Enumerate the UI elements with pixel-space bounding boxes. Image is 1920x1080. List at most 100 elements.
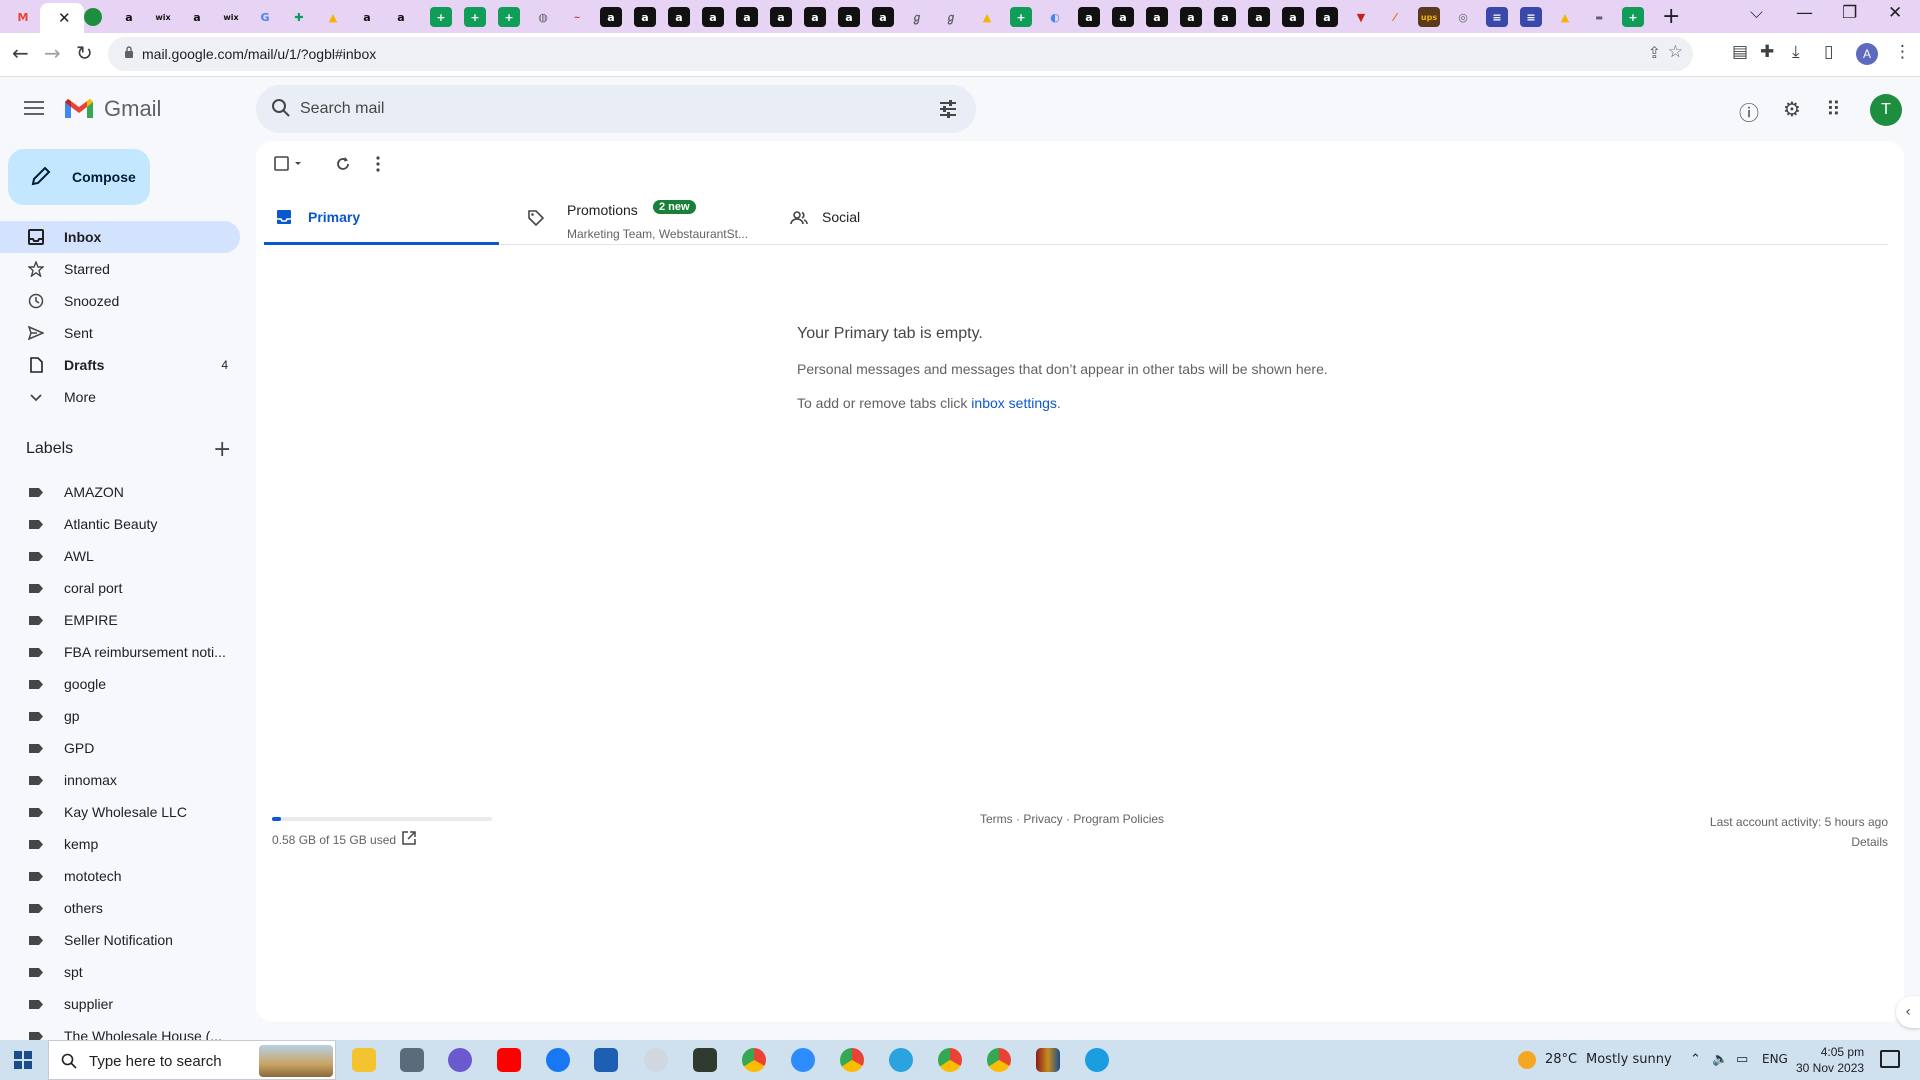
address-bar[interactable]: mail.google.com/mail/u/1/?ogbl#inbox ⇪ ☆ — [108, 37, 1693, 71]
label-item[interactable]: EMPIRE — [0, 604, 240, 636]
sidebar-item-inbox[interactable]: Inbox — [0, 221, 240, 253]
select-checkbox[interactable] — [274, 155, 304, 173]
amazon-tab-icon[interactable]: a — [668, 7, 690, 27]
sidebar-item-starred[interactable]: Starred — [0, 253, 240, 285]
tab-icon[interactable]: ℊ — [906, 7, 928, 27]
amazon-tab-icon[interactable]: a — [1180, 7, 1202, 27]
tab-icon[interactable]: ℊ — [940, 7, 962, 27]
amazon-tab-icon[interactable]: a — [600, 7, 622, 27]
system-clock[interactable]: 4:05 pm 30 Nov 2023 — [1796, 1044, 1864, 1076]
download-icon[interactable]: ⤓ — [1792, 42, 1800, 62]
sheets-tab-icon[interactable]: + — [1010, 7, 1032, 27]
label-item[interactable]: coral port — [0, 572, 240, 604]
tab-icon[interactable]: ~ — [566, 7, 588, 27]
label-item[interactable]: AWL — [0, 540, 240, 572]
browser-menu-icon[interactable]: ⋮ — [1894, 42, 1911, 62]
label-item[interactable]: GPD — [0, 732, 240, 764]
forms-tab-icon[interactable]: ≡ — [1520, 7, 1542, 27]
sidebar-item-more[interactable]: More — [0, 381, 240, 413]
sidebar-item-drafts[interactable]: Drafts 4 — [0, 349, 240, 381]
sidebar-item-sent[interactable]: Sent — [0, 317, 240, 349]
tab-icon[interactable]: ▼ — [1350, 7, 1372, 27]
sheets-tab-icon[interactable]: + — [498, 7, 520, 27]
bookmark-star-icon[interactable]: ☆ — [1668, 42, 1683, 62]
share-icon[interactable]: ⇪ — [1648, 43, 1661, 62]
amazon-tab-icon[interactable]: a — [736, 7, 758, 27]
gmail-tab-icon[interactable]: M — [12, 7, 34, 27]
amazon-tab-icon[interactable]: a — [634, 7, 656, 27]
chrome-icon[interactable] — [938, 1048, 962, 1072]
label-item[interactable]: mototech — [0, 860, 240, 892]
wix-tab-icon[interactable]: wix — [220, 7, 242, 27]
help-icon[interactable]: ⓘ — [1739, 97, 1759, 126]
tab-promotions[interactable]: Promotions 2 new Marketing Team, Webstau… — [515, 189, 760, 245]
tab-primary[interactable]: Primary — [264, 189, 499, 245]
new-tab-button[interactable]: + — [1662, 4, 1680, 29]
search-options-icon[interactable] — [938, 99, 958, 119]
file-explorer-icon[interactable] — [352, 1048, 376, 1072]
tab-icon[interactable]: ⁄ — [1384, 7, 1406, 27]
sheets-tab-icon[interactable]: + — [430, 7, 452, 27]
forms-tab-icon[interactable]: ≡ — [1486, 7, 1508, 27]
winrar-icon[interactable] — [1036, 1048, 1060, 1072]
windows-start-icon[interactable] — [14, 1051, 32, 1069]
label-item[interactable]: innomax — [0, 764, 240, 796]
show-hidden-icons-icon[interactable]: ⌃ — [1690, 1052, 1701, 1067]
drive-tab-icon[interactable]: ▲ — [322, 7, 344, 27]
amazon-tab-icon[interactable]: a — [702, 7, 724, 27]
tab-icon[interactable]: ◐ — [1044, 7, 1066, 27]
network-icon[interactable]: ▭ — [1736, 1052, 1748, 1067]
amazon-tab-icon[interactable]: a — [1078, 7, 1100, 27]
chrome-icon[interactable] — [840, 1048, 864, 1072]
google-tab-icon[interactable]: G — [254, 7, 276, 27]
label-item[interactable]: Kay Wholesale LLC — [0, 796, 240, 828]
tab-icon[interactable]: ▬ — [1588, 7, 1610, 27]
zoom-icon[interactable] — [791, 1048, 815, 1072]
label-item[interactable]: FBA reimbursement noti... — [0, 636, 240, 668]
calculator-icon[interactable] — [400, 1048, 424, 1072]
wix-tab-icon[interactable]: wix — [152, 7, 174, 27]
search-icon[interactable] — [270, 97, 292, 119]
amazon-tab-icon[interactable]: a — [390, 7, 412, 27]
app-icon[interactable] — [644, 1048, 668, 1072]
amazon-tab-icon[interactable]: a — [186, 7, 208, 27]
minimize-button[interactable]: — — [1796, 3, 1813, 23]
extension-icon[interactable]: ▤ — [1732, 42, 1748, 62]
taskbar-search[interactable]: Type here to search — [48, 1040, 336, 1080]
label-item[interactable]: Atlantic Beauty — [0, 508, 240, 540]
ups-tab-icon[interactable]: ups — [1418, 7, 1440, 27]
apps-grid-icon[interactable]: ⠿ — [1826, 97, 1841, 121]
create-label-button[interactable]: + — [213, 437, 231, 462]
volume-icon[interactable]: 🔈 — [1712, 1052, 1728, 1067]
weather-temp[interactable]: 28°C — [1545, 1052, 1577, 1067]
close-window-button[interactable]: ✕ — [1888, 3, 1902, 23]
drive-tab-icon[interactable]: ▲ — [1554, 7, 1576, 27]
compose-button[interactable]: Compose — [8, 149, 150, 205]
forward-icon[interactable]: → — [44, 41, 61, 65]
label-item[interactable]: Seller Notification — [0, 924, 240, 956]
label-item[interactable]: others — [0, 892, 240, 924]
label-item[interactable]: spt — [0, 956, 240, 988]
taskbar-search-input[interactable]: Type here to search — [89, 1053, 222, 1070]
restore-button[interactable]: ❐ — [1842, 3, 1857, 23]
sheets-tab-icon[interactable]: + — [464, 7, 486, 27]
tab-icon[interactable]: ◎ — [1452, 7, 1474, 27]
active-tab[interactable]: ✕ — [40, 3, 84, 33]
amazon-tab-icon[interactable]: a — [118, 7, 140, 27]
more-options-icon[interactable] — [374, 155, 382, 173]
sidebar-item-snoozed[interactable]: Snoozed — [0, 285, 240, 317]
tab-search-icon[interactable]: ⌵ — [1750, 3, 1763, 23]
search-input[interactable]: Search mail — [300, 100, 384, 118]
side-panel-toggle-icon[interactable]: ‹ — [1896, 996, 1920, 1028]
main-menu-icon[interactable] — [24, 101, 44, 115]
tab-icon[interactable] — [84, 8, 102, 26]
back-icon[interactable]: ← — [12, 41, 29, 65]
store-icon[interactable] — [594, 1048, 618, 1072]
gmail-logo-icon[interactable] — [63, 96, 95, 120]
notification-center-icon[interactable] — [1880, 1050, 1900, 1068]
chrome-icon[interactable] — [742, 1048, 766, 1072]
drive-tab-icon[interactable]: ▲ — [976, 7, 998, 27]
amazon-tab-icon[interactable]: a — [1282, 7, 1304, 27]
weather-icon[interactable] — [1518, 1051, 1536, 1069]
refresh-icon[interactable] — [334, 155, 352, 173]
